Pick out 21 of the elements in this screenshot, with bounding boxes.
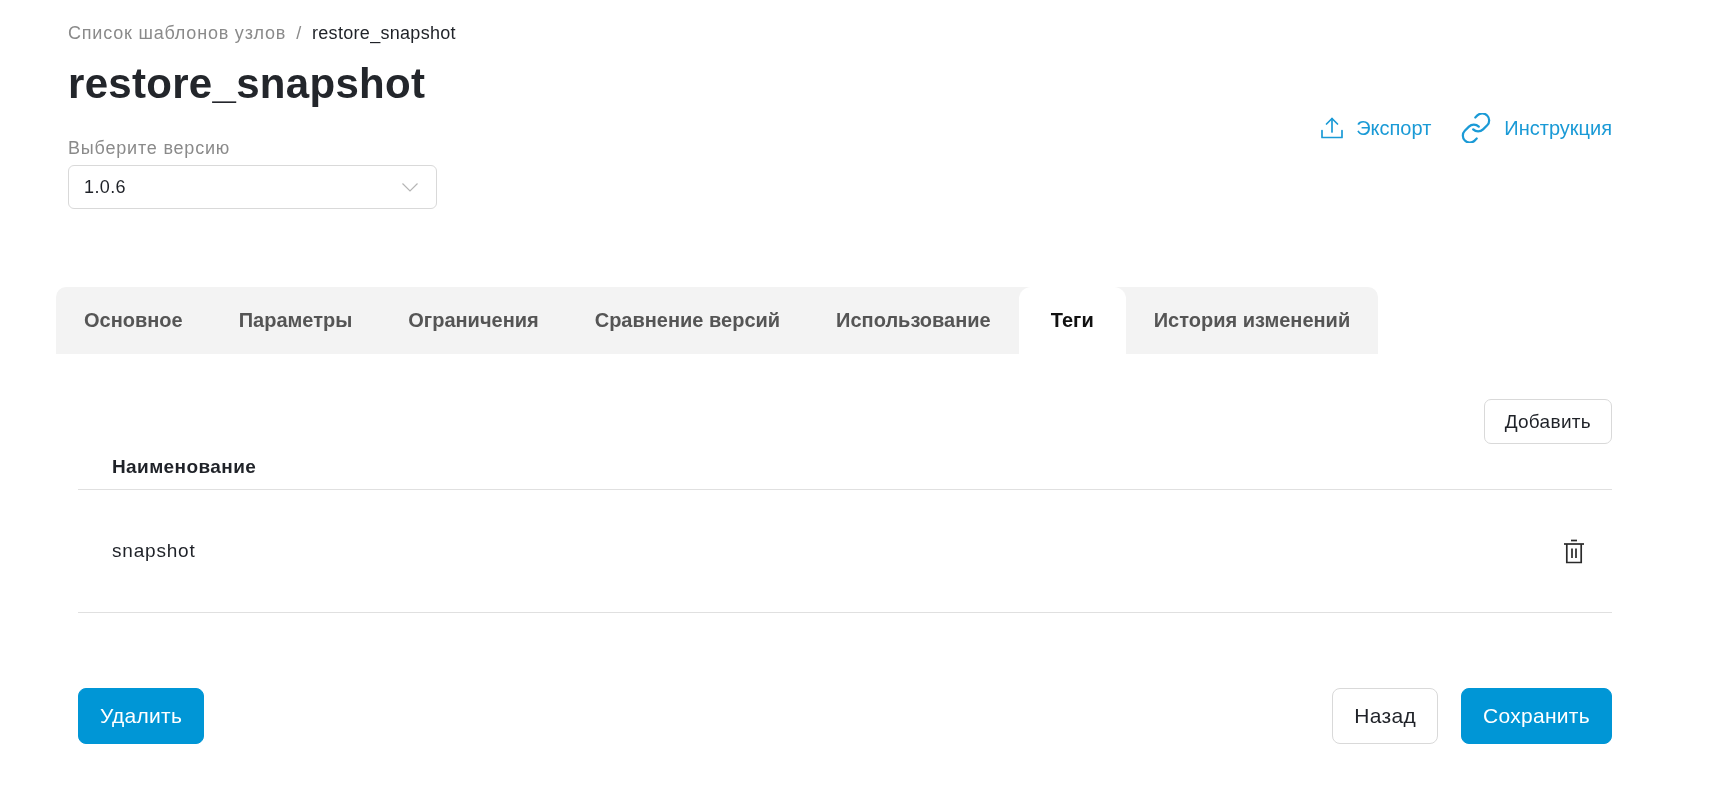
add-button[interactable]: Добавить bbox=[1483, 399, 1612, 444]
upload-icon bbox=[1321, 117, 1344, 139]
version-select[interactable]: 1.0.6 bbox=[68, 165, 437, 209]
tab[interactable]: История изменений bbox=[1125, 287, 1379, 354]
chevron-down-icon bbox=[402, 182, 418, 192]
link-icon bbox=[1461, 113, 1492, 143]
breadcrumb-current[interactable]: restore_snapshot bbox=[312, 20, 456, 46]
tab[interactable]: Теги bbox=[1018, 287, 1126, 354]
trash-icon[interactable] bbox=[1564, 538, 1584, 564]
table-cell: snapshot bbox=[112, 540, 196, 562]
tab[interactable]: Параметры bbox=[210, 287, 381, 354]
tab[interactable]: Сравнение версий bbox=[566, 287, 809, 354]
tab[interactable]: Основное bbox=[56, 287, 211, 354]
breadcrumb-separator: / bbox=[296, 22, 302, 45]
back-button[interactable]: Назад bbox=[1332, 688, 1438, 744]
column-header: Наименование bbox=[112, 455, 257, 478]
breadcrumb-link[interactable]: Список шаблонов узлов bbox=[68, 20, 287, 46]
tab[interactable]: Использование bbox=[808, 287, 1019, 354]
version-label: Выберите версию bbox=[68, 137, 231, 160]
tab[interactable]: Ограничения bbox=[380, 287, 567, 354]
page-title: restore_snapshot bbox=[68, 59, 426, 109]
